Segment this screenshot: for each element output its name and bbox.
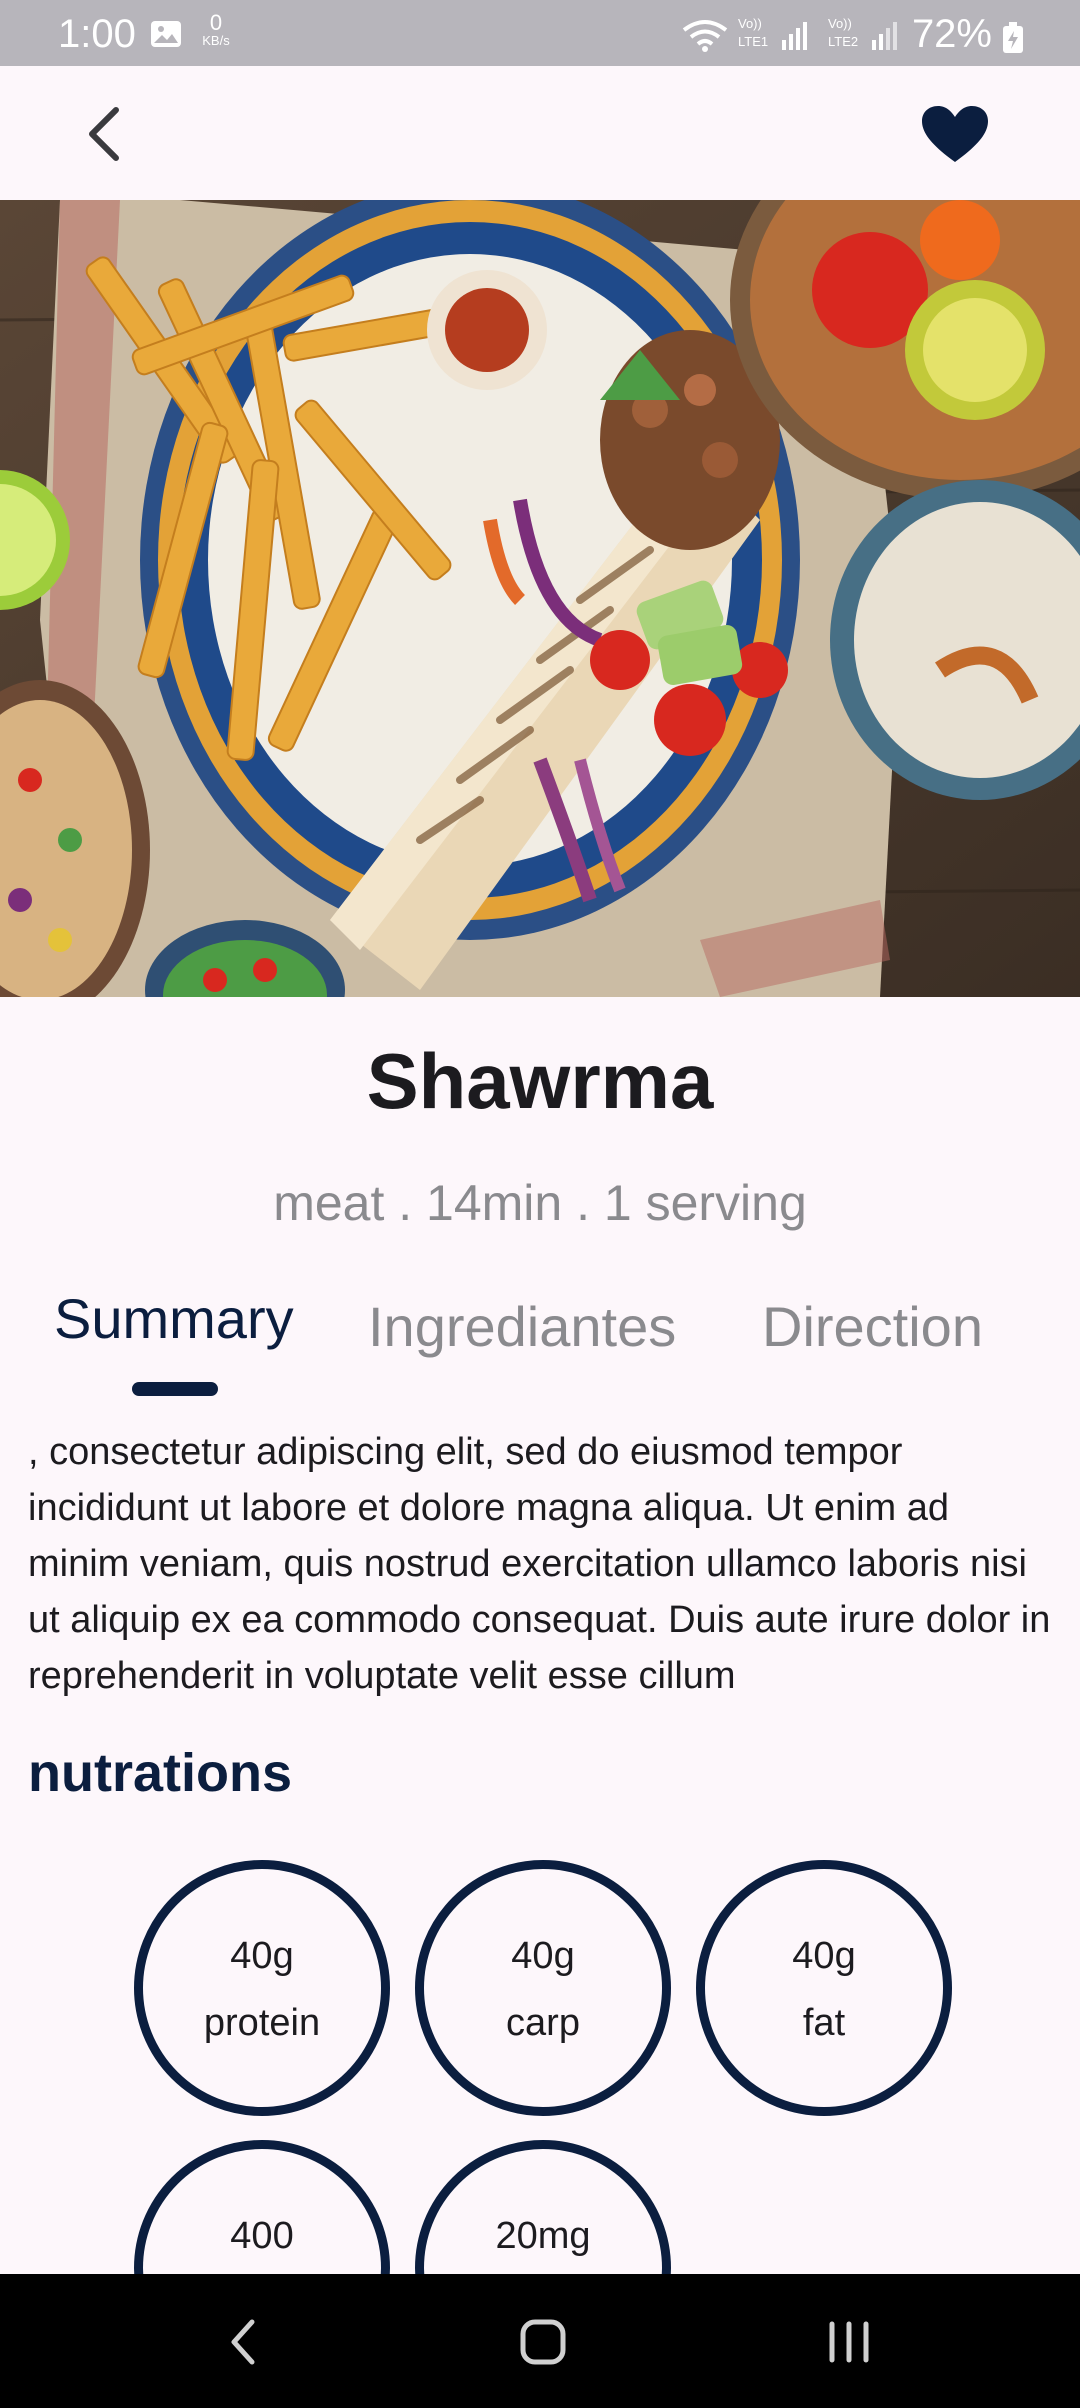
svg-text:LTE1: LTE1 [738,34,768,49]
nutrition-amount: 40g [511,1935,575,1977]
recipe-meta: meat . 14min . 1 serving [273,1175,807,1231]
nav-home-icon[interactable] [518,2312,568,2372]
battery-level: 72% [911,12,992,56]
recipe-hero-image [0,200,1080,997]
volte-lte1-signal-icon: Vo)) LTE1 [738,16,807,50]
active-tab-indicator [132,1382,218,1396]
tab-direction[interactable]: Direction [762,1294,983,1359]
battery-charging-icon [1003,22,1023,53]
net-speed-unit: KB/s [202,33,230,48]
image-icon [151,21,181,47]
wifi-icon [682,20,728,52]
recipe-title: Shawrma [366,1037,714,1125]
nav-recents-icon[interactable] [824,2312,874,2372]
tab-ingredients[interactable]: Ingrediantes [368,1294,676,1359]
nutrition-label: fat [802,2002,846,2044]
system-nav-bar [0,2274,1080,2408]
nutrition-item-fat: 40g fat [696,1860,952,2116]
back-button[interactable] [76,102,136,166]
favorite-button[interactable] [920,104,990,166]
svg-text:Vo)): Vo)) [738,16,762,31]
svg-text:Vo)): Vo)) [828,16,852,31]
nutrition-label: carp [506,2002,580,2044]
nutrition-amount: 20mg [495,2215,591,2257]
nutrition-amount: 40g [792,1935,856,1977]
recipe-tabs: Summary Ingrediantes Direction [0,1280,1080,1396]
nutrition-amount: 400 [230,2215,294,2257]
status-right-icons: Vo)) LTE1 Vo)) LTE2 72% [680,0,1080,66]
status-bar: 1:00 0 KB/s Vo)) LTE1 Vo)) LTE2 72% [0,0,1080,66]
nav-back-icon[interactable] [222,2312,262,2372]
volte-lte2-signal-icon: Vo)) LTE2 [828,16,897,50]
nutrition-heading: nutrations [28,1743,292,1803]
nutrition-label: protein [203,2002,321,2044]
nutrition-item-protein: 40g protein [134,1860,390,2116]
svg-text:LTE2: LTE2 [828,34,858,49]
nutrition-amount: 40g [230,1935,294,1977]
net-speed-value: 0 [209,10,223,35]
status-time: 1:00 [58,12,136,56]
app-bar [0,66,1080,200]
tab-summary[interactable]: Summary [54,1286,294,1351]
nutrition-item-carb: 40g carp [415,1860,671,2116]
network-speed: 0 KB/s [196,10,236,48]
summary-text: , consectetur adipiscing elit, sed do ei… [28,1431,1051,1697]
